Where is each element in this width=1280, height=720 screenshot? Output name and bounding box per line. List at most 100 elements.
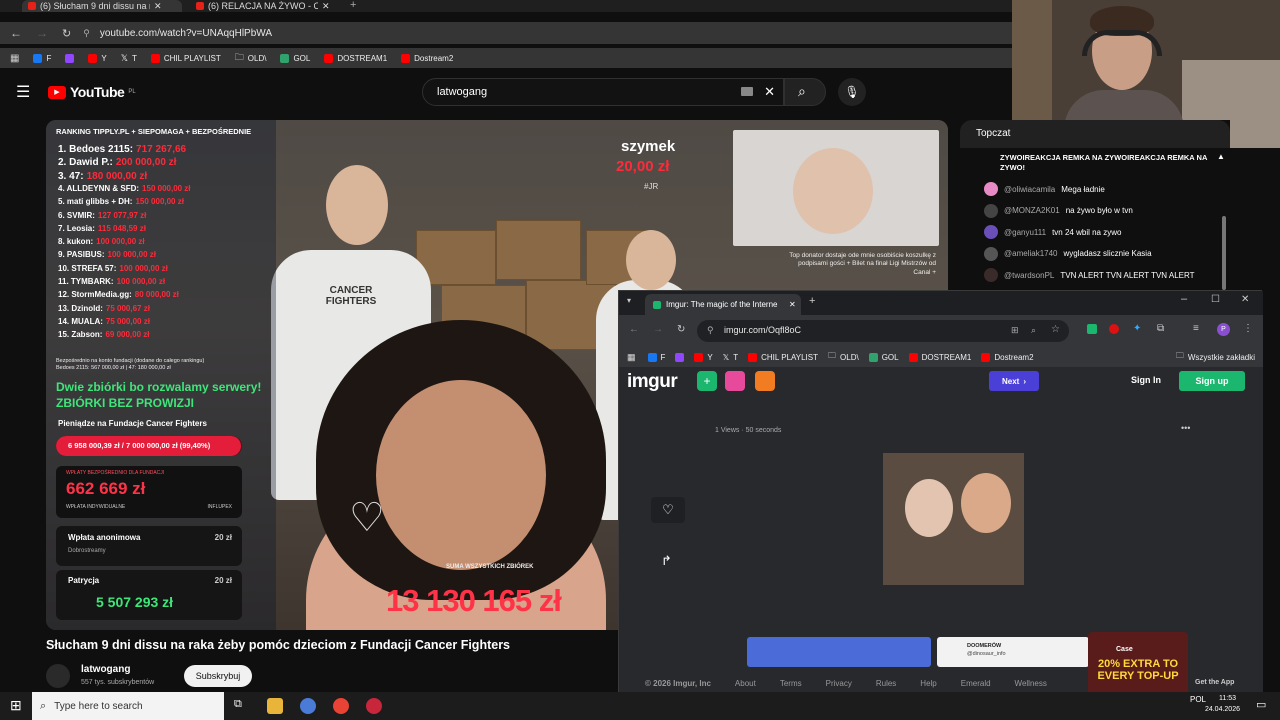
footer-link[interactable]: Privacy [826, 679, 852, 688]
search-input[interactable]: latwogang ✕ [422, 78, 784, 106]
clock-date[interactable]: 24.04.2026 [1200, 706, 1240, 713]
notification-thumbnail[interactable] [747, 637, 931, 667]
chrome-icon[interactable] [333, 698, 349, 714]
sign-in-button[interactable]: Sign In [1131, 375, 1161, 385]
favorite-button[interactable]: ♡ [651, 497, 685, 523]
sign-up-button[interactable]: Sign up [1179, 371, 1245, 391]
avatar[interactable] [984, 203, 998, 218]
windows-start-icon[interactable]: ⊞ [10, 697, 22, 714]
apps-grid-icon[interactable]: ▦ [627, 352, 636, 363]
footer-link[interactable]: Wellness [1015, 679, 1047, 688]
file-explorer-icon[interactable] [267, 698, 283, 714]
chat-author[interactable]: @twardsonPL [1004, 271, 1054, 280]
chevron-up-icon[interactable]: ▲ [1217, 152, 1225, 161]
avatar[interactable] [984, 182, 998, 196]
chat-author[interactable]: @oliwiacamila [1004, 185, 1055, 194]
game-icon[interactable] [755, 371, 775, 391]
footer-link[interactable]: Emerald [961, 679, 991, 688]
tab-youtube[interactable]: (6) Słucham 9 dni dissu na raka ✕ [22, 0, 182, 12]
bookmark-t[interactable]: 𝕏T [121, 53, 137, 64]
bookmark-chil-playlist[interactable]: CHIL PLAYLIST [150, 53, 221, 63]
bookmark-f[interactable]: F [33, 53, 51, 63]
bookmark-f[interactable]: F [647, 352, 665, 362]
close-icon[interactable]: ✕ [322, 1, 330, 12]
task-view-icon[interactable]: ⧉ [234, 698, 242, 711]
maximize-button[interactable]: ☐ [1211, 294, 1220, 305]
footer-link[interactable]: Help [920, 679, 936, 688]
new-tab-button[interactable]: + [350, 0, 356, 11]
bookmark-y[interactable]: Y [88, 53, 107, 63]
share-icon[interactable]: ↱ [661, 553, 672, 569]
site-info-icon[interactable]: ⚲ [83, 28, 90, 39]
avatar[interactable] [984, 246, 998, 261]
reload-icon[interactable]: ↻ [677, 324, 685, 335]
profile-avatar[interactable]: P [1217, 323, 1230, 336]
language-indicator[interactable]: POL [1190, 695, 1206, 704]
taskbar-search[interactable]: ⌕ Type here to search [32, 692, 224, 720]
bookmark-gol[interactable]: GOL [280, 53, 310, 63]
bookmark-twitch[interactable] [675, 352, 685, 362]
close-icon[interactable]: ✕ [789, 300, 796, 309]
footer-link[interactable]: Terms [780, 679, 802, 688]
close-icon[interactable]: ✕ [154, 1, 162, 12]
clock-time[interactable]: 11:53 [1208, 695, 1236, 702]
notification-icon[interactable]: ▭ [1256, 698, 1266, 711]
more-options-icon[interactable]: ••• [1181, 423, 1190, 433]
post-image[interactable] [883, 453, 1024, 585]
app-icon[interactable] [366, 698, 382, 714]
notification-card[interactable]: DOOMERÓW @dinosaur_info [937, 637, 1089, 667]
site-info-icon[interactable]: ⚲ [707, 325, 714, 336]
bookmark-star-icon[interactable]: ☆ [1051, 324, 1060, 335]
youtube-logo[interactable]: ▶ YouTube PL [48, 84, 136, 100]
extension-icon[interactable]: ✦ [1133, 323, 1141, 334]
more-menu-icon[interactable]: ⋮ [1243, 323, 1253, 334]
footer-link[interactable]: Rules [876, 679, 896, 688]
chat-author[interactable]: @MONZA2K01 [1004, 206, 1060, 215]
keyboard-icon[interactable] [741, 87, 753, 96]
chat-author[interactable]: @ameliak1740 [1004, 249, 1057, 258]
upload-icon[interactable]: + [697, 371, 717, 391]
bookmark-dostream1[interactable]: DOSTREAM1 [324, 53, 387, 63]
next-button[interactable]: Next › [989, 371, 1039, 391]
app-icon[interactable] [300, 698, 316, 714]
bookmark-dostream2[interactable]: Dostream2 [981, 352, 1034, 362]
search-button[interactable]: ⌕ [784, 78, 826, 106]
bookmark-dostream2[interactable]: Dostream2 [401, 53, 453, 63]
get-app-link[interactable]: Get the App [1195, 679, 1234, 686]
bookmark-chil-playlist[interactable]: CHIL PLAYLIST [748, 352, 818, 362]
clear-icon[interactable]: ✕ [764, 84, 775, 100]
imgur-logo[interactable]: imgur [627, 371, 678, 393]
avatar[interactable] [984, 268, 998, 282]
puzzle-icon[interactable]: ⧉ [1157, 323, 1164, 334]
close-window-button[interactable]: ✕ [1241, 294, 1249, 305]
channel-avatar[interactable] [46, 664, 70, 688]
footer-link[interactable]: About [735, 679, 756, 688]
sticker-icon[interactable] [725, 371, 745, 391]
extension-icon[interactable] [1109, 324, 1119, 334]
back-icon[interactable]: ← [10, 26, 22, 40]
menu-icon[interactable]: ☰ [16, 82, 30, 102]
back-icon[interactable]: ← [629, 324, 639, 335]
chat-scrollbar[interactable] [1222, 216, 1226, 290]
bookmark-gol[interactable]: GOL [868, 352, 899, 362]
channel-name[interactable]: latwogang [81, 664, 130, 675]
tab-search-icon[interactable]: ▾ [627, 296, 631, 305]
new-tab-button[interactable]: + [809, 295, 815, 307]
extension-icon[interactable] [1087, 324, 1097, 334]
bookmark-y[interactable]: Y [694, 352, 713, 362]
bookmark-twitch[interactable] [65, 53, 75, 63]
all-bookmarks[interactable]: 🗀 Wszystkie zakładki [1176, 350, 1255, 364]
avatar[interactable] [984, 225, 998, 239]
bookmark-old[interactable]: 🗀 OLD\ [235, 50, 267, 66]
subscribe-button[interactable]: Subskrybuj [184, 665, 252, 687]
voice-search-button[interactable]: 🎙 [838, 78, 866, 106]
bookmark-dostream1[interactable]: DOSTREAM1 [908, 352, 971, 362]
tab-imgur[interactable]: Imgur: The magic of the Interne ✕ [645, 294, 801, 315]
tab-list-icon[interactable]: ≡ [1193, 323, 1199, 334]
apps-grid-icon[interactable]: ▦ [10, 53, 19, 64]
bookmark-old[interactable]: 🗀 OLD\ [828, 350, 859, 364]
chat-author[interactable]: @ganyu111 [1004, 228, 1046, 237]
minimize-button[interactable]: – [1181, 293, 1187, 305]
zoom-icon[interactable]: ⌕ [1031, 325, 1036, 336]
translate-icon[interactable]: ⊞ [1011, 325, 1019, 336]
